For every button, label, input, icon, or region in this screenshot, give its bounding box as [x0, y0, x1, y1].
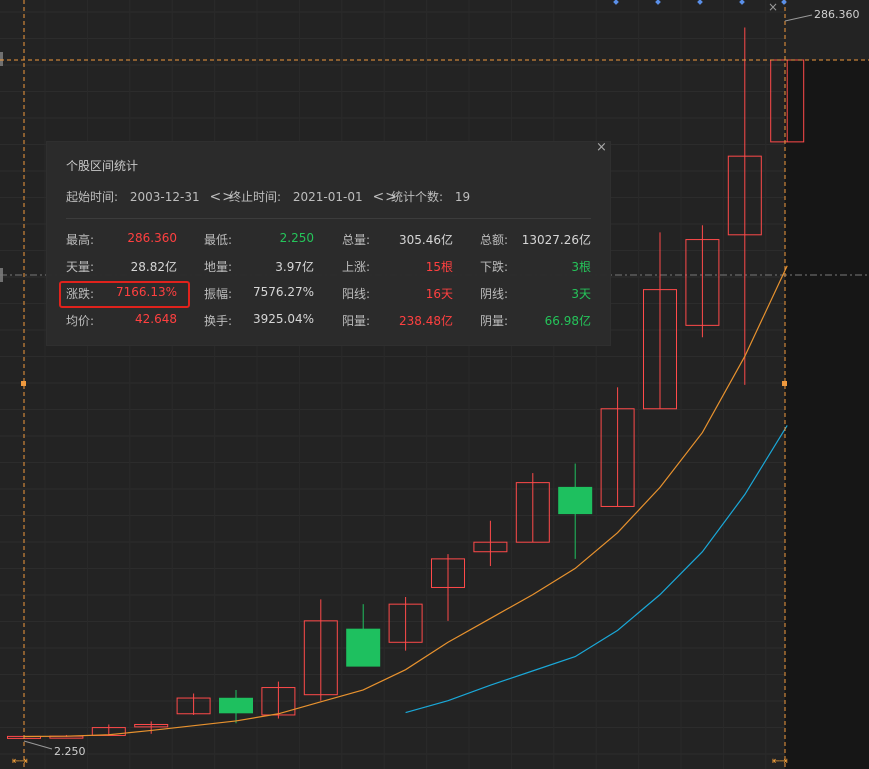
axis-tick	[0, 52, 3, 66]
stat-label: 最高:	[66, 233, 95, 247]
panel-close-icon[interactable]: ×	[596, 140, 607, 155]
interval-stats-panel: 个股区间统计 × 起始时间: 2003-12-31 <> 终止时间: 2021-…	[47, 140, 610, 345]
panel-title: 个股区间统计	[66, 159, 139, 173]
max-price-label: 286.360	[814, 8, 860, 21]
range-end-handle	[782, 381, 787, 386]
stat-label: 均价:	[66, 314, 95, 328]
stat-value: 28.82亿	[130, 260, 177, 274]
end-time-label: 终止时间:	[229, 190, 282, 204]
stat-value: 13027.26亿	[521, 233, 591, 247]
stat-label: 换手:	[204, 314, 233, 328]
candlestick-chart[interactable]: 286.360 2.250	[0, 0, 869, 769]
stat-value: 3根	[571, 260, 591, 274]
start-time-value: 2003-12-31	[129, 190, 200, 204]
stat-count-value: 19	[454, 190, 471, 204]
scroll-right-icon[interactable]: ⇤⇥	[772, 756, 788, 767]
stat-value: 2.250	[279, 231, 314, 245]
panel-divider	[66, 218, 591, 219]
stat-label: 下跌:	[480, 260, 509, 274]
end-time: 终止时间: 2021-01-01 <>	[229, 188, 398, 205]
stat-label: 阴量:	[480, 314, 509, 328]
stat-label: 地量:	[204, 260, 233, 274]
stat-label: 振幅:	[204, 287, 233, 301]
stat-value: 15根	[425, 260, 453, 274]
stat-label: 最低:	[204, 233, 233, 247]
stat-label: 天量:	[66, 260, 95, 274]
stat-value: 3925.04%	[252, 312, 314, 326]
stat-label: 阴线:	[480, 287, 509, 301]
stat-value: 16天	[425, 287, 453, 301]
stat-value: 3天	[571, 287, 591, 301]
stat-label: 阳量:	[342, 314, 371, 328]
stat-value: 3.97亿	[275, 260, 314, 274]
stat-count: 统计个数: 19	[391, 188, 470, 205]
candle-body	[346, 628, 381, 667]
chart-close-icon[interactable]: ×	[768, 0, 778, 14]
min-price-label: 2.250	[54, 745, 86, 758]
stat-value: 66.98亿	[544, 314, 591, 328]
stat-label: 上涨:	[342, 260, 371, 274]
end-time-value: 2021-01-01	[292, 190, 363, 204]
range-start-handle	[21, 381, 26, 386]
start-time: 起始时间: 2003-12-31 <>	[66, 188, 235, 205]
stat-value: 286.360	[127, 231, 177, 245]
scroll-left-icon[interactable]: ⇤⇥	[12, 756, 28, 767]
stat-label: 总额:	[480, 233, 509, 247]
right-dark-zone	[785, 60, 869, 769]
candle-body	[558, 486, 593, 515]
stat-label: 总量:	[342, 233, 371, 247]
stat-value: 305.46亿	[399, 233, 453, 247]
stat-count-label: 统计个数:	[391, 190, 444, 204]
start-time-label: 起始时间:	[66, 190, 119, 204]
stat-value: 238.48亿	[399, 314, 453, 328]
stat-value: 42.648	[135, 312, 177, 326]
stat-label: 阳线:	[342, 287, 371, 301]
change-highlight-box	[59, 281, 190, 308]
chart-background	[0, 0, 869, 769]
candle-body	[219, 697, 253, 714]
stat-value: 7576.27%	[252, 285, 314, 299]
